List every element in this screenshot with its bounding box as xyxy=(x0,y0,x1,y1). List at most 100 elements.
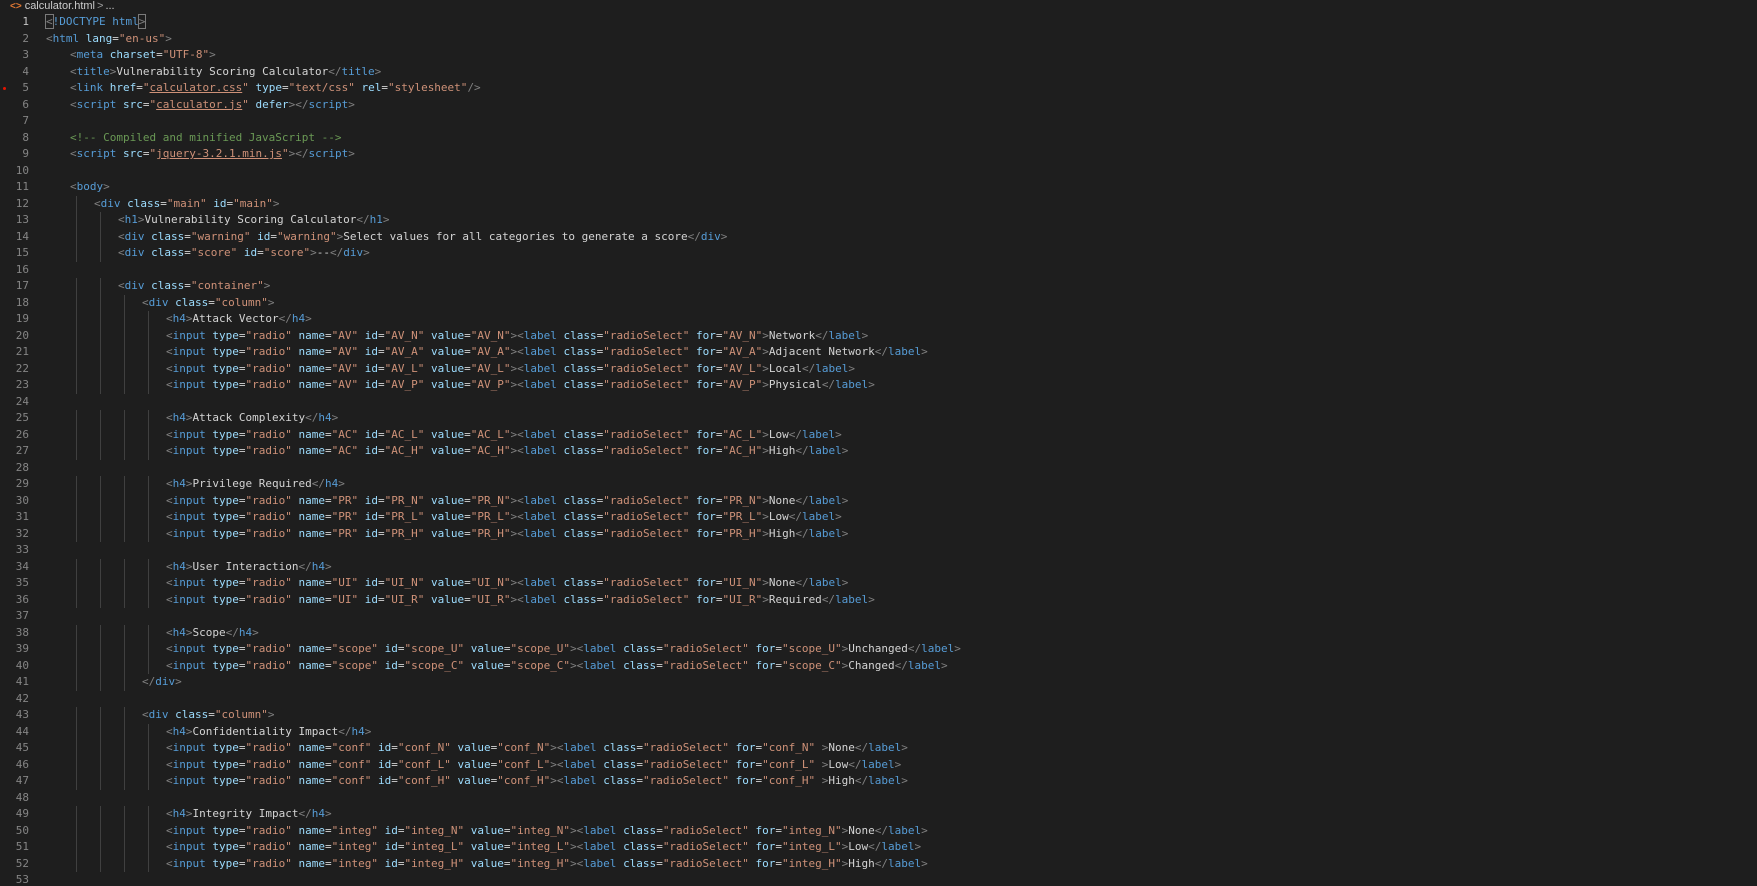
code-line[interactable]: 13 <h1>Vulnerability Scoring Calculator</… xyxy=(0,212,1757,229)
line-number[interactable]: 29 xyxy=(0,476,29,493)
line-number[interactable]: 48 xyxy=(0,790,29,807)
code-line[interactable]: 11 <body> xyxy=(0,179,1757,196)
code-line[interactable]: 17 <div class="container"> xyxy=(0,278,1757,295)
line-number[interactable]: 42 xyxy=(0,691,29,708)
line-number[interactable]: 37 xyxy=(0,608,29,625)
code-content[interactable]: <meta charset="UTF-8"> xyxy=(70,47,216,64)
code-line[interactable]: 26 <input type="radio" name="AC" id="AC_L… xyxy=(0,426,1757,444)
code-line[interactable]: 12 <div class="main" id="main"> xyxy=(0,195,1757,213)
code-line[interactable]: 24 xyxy=(0,394,1757,411)
line-number[interactable]: 24 xyxy=(0,394,29,411)
code-line[interactable]: 41 </div> xyxy=(0,674,1757,691)
line-number[interactable]: 21 xyxy=(0,344,29,361)
code-line[interactable]: 39 <input type="radio" name="scope" id="s… xyxy=(0,641,1757,658)
line-number[interactable]: 49 xyxy=(0,806,29,823)
code-content[interactable]: <input type="radio" name="conf" id="conf… xyxy=(166,757,901,774)
code-content[interactable]: <body> xyxy=(70,179,110,196)
code-content[interactable]: <h4>Integrity Impact</h4> xyxy=(166,806,332,823)
code-content[interactable]: <!DOCTYPE html> xyxy=(45,14,147,31)
line-number[interactable]: 53 xyxy=(0,872,29,886)
line-number[interactable]: 47 xyxy=(0,773,29,790)
code-content[interactable]: <input type="radio" name="integ" id="int… xyxy=(166,856,928,873)
code-content[interactable]: <input type="radio" name="UI" id="UI_N" … xyxy=(166,575,848,592)
line-number[interactable]: 1 xyxy=(0,14,29,31)
line-number[interactable]: 19 xyxy=(0,311,29,328)
line-number[interactable]: 27 xyxy=(0,443,29,460)
line-number[interactable]: 16 xyxy=(0,262,29,279)
line-number[interactable]: 22 xyxy=(0,361,29,378)
code-content[interactable]: <html lang="en-us"> xyxy=(46,31,172,48)
code-content[interactable]: <input type="radio" name="scope" id="sco… xyxy=(166,641,961,658)
code-line[interactable]: 37 xyxy=(0,608,1757,625)
code-content[interactable]: <input type="radio" name="integ" id="int… xyxy=(166,839,921,856)
line-number[interactable]: 8 xyxy=(0,130,29,147)
line-number[interactable]: 2 xyxy=(0,31,29,48)
code-content[interactable]: <input type="radio" name="UI" id="UI_R" … xyxy=(166,592,875,609)
code-line[interactable]: 1 <!DOCTYPE html> xyxy=(0,14,1757,31)
code-content[interactable]: <h4>Scope</h4> xyxy=(166,625,259,642)
code-line[interactable]: 21 <input type="radio" name="AV" id="AV_A… xyxy=(0,344,1757,361)
code-line[interactable]: 44 <h4>Confidentiality Impact</h4> xyxy=(0,723,1757,741)
line-number[interactable]: 40 xyxy=(0,658,29,675)
code-line[interactable]: 40 <input type="radio" name="scope" id="s… xyxy=(0,657,1757,675)
code-content[interactable]: <link href="calculator.css" type="text/c… xyxy=(70,80,481,97)
code-line[interactable]: 18 <div class="column"> xyxy=(0,294,1757,312)
code-line[interactable]: 47 <input type="radio" name="conf" id="co… xyxy=(0,773,1757,790)
code-content[interactable]: </div> xyxy=(142,674,182,691)
line-number[interactable]: 14 xyxy=(0,229,29,246)
code-line[interactable]: 20 <input type="radio" name="AV" id="AV_N… xyxy=(0,327,1757,345)
code-content[interactable]: <script src="calculator.js" defer></scri… xyxy=(70,97,355,114)
code-line[interactable]: 51 <input type="radio" name="integ" id="i… xyxy=(0,839,1757,856)
line-number[interactable]: 13 xyxy=(0,212,29,229)
code-line[interactable]: 45 <input type="radio" name="conf" id="co… xyxy=(0,740,1757,757)
code-line[interactable]: 28 xyxy=(0,460,1757,477)
code-line[interactable]: 4 <title>Vulnerability Scoring Calculator… xyxy=(0,64,1757,81)
code-line[interactable]: 6 <script src="calculator.js" defer></scr… xyxy=(0,97,1757,114)
breadcrumb-file[interactable]: calculator.html xyxy=(25,0,95,12)
code-line[interactable]: 42 xyxy=(0,691,1757,708)
code-line[interactable]: 34 <h4>User Interaction</h4> xyxy=(0,558,1757,575)
line-number[interactable]: 17 xyxy=(0,278,29,295)
code-content[interactable]: <div class="container"> xyxy=(118,278,270,295)
line-number[interactable]: 31 xyxy=(0,509,29,526)
code-line[interactable]: 16 xyxy=(0,262,1757,279)
code-line[interactable]: 29 <h4>Privilege Required</h4> xyxy=(0,476,1757,493)
line-number[interactable]: 26 xyxy=(0,427,29,444)
code-content[interactable]: <h4>Confidentiality Impact</h4> xyxy=(166,724,371,741)
code-content[interactable]: <div class="score" id="score">--</div> xyxy=(118,245,370,262)
code-line[interactable]: 25 <h4>Attack Complexity</h4> xyxy=(0,410,1757,427)
line-number[interactable]: 6 xyxy=(0,97,29,114)
code-content[interactable]: <input type="radio" name="AV" id="AV_N" … xyxy=(166,328,868,345)
code-line[interactable]: 27 <input type="radio" name="AC" id="AC_H… xyxy=(0,443,1757,460)
line-number[interactable]: 51 xyxy=(0,839,29,856)
code-line[interactable]: 33 xyxy=(0,542,1757,559)
line-number[interactable]: 32 xyxy=(0,526,29,543)
code-content[interactable]: <div class="column"> xyxy=(142,707,274,724)
line-number[interactable]: 38 xyxy=(0,625,29,642)
line-number[interactable]: 7 xyxy=(0,113,29,130)
code-line[interactable]: 32 <input type="radio" name="PR" id="PR_H… xyxy=(0,525,1757,543)
line-number[interactable]: 18 xyxy=(0,295,29,312)
line-number[interactable]: 33 xyxy=(0,542,29,559)
code-content[interactable]: <input type="radio" name="conf" id="conf… xyxy=(166,740,908,757)
line-number[interactable]: 39 xyxy=(0,641,29,658)
line-number[interactable]: 36 xyxy=(0,592,29,609)
code-content[interactable]: <input type="radio" name="AV" id="AV_L" … xyxy=(166,361,855,378)
line-number[interactable]: 12 xyxy=(0,196,29,213)
code-content[interactable]: <input type="radio" name="scope" id="sco… xyxy=(166,658,948,675)
code-content[interactable]: <input type="radio" name="AC" id="AC_H" … xyxy=(166,443,848,460)
code-line[interactable]: 50 <input type="radio" name="integ" id="i… xyxy=(0,822,1757,839)
code-line[interactable]: 48 xyxy=(0,790,1757,807)
code-line[interactable]: 43 <div class="column"> xyxy=(0,707,1757,724)
code-line[interactable]: 7 xyxy=(0,113,1757,130)
line-number[interactable]: 3 xyxy=(0,47,29,64)
code-line[interactable]: 31 <input type="radio" name="PR" id="PR_L… xyxy=(0,509,1757,526)
code-line[interactable]: 36 <input type="radio" name="UI" id="UI_R… xyxy=(0,591,1757,609)
code-line[interactable]: 8 <!-- Compiled and minified JavaScript -… xyxy=(0,130,1757,147)
breadcrumb-symbols[interactable]: ... xyxy=(105,0,114,12)
code-content[interactable]: <input type="radio" name="AV" id="AV_A" … xyxy=(166,344,928,361)
code-line[interactable]: 53 xyxy=(0,872,1757,886)
code-line[interactable]: 22 <input type="radio" name="AV" id="AV_L… xyxy=(0,360,1757,378)
code-line[interactable]: 19 <h4>Attack Vector</h4> xyxy=(0,311,1757,328)
code-editor[interactable]: 1 <!DOCTYPE html> 2 <html lang="en-us"> 3 <me… xyxy=(0,14,1757,886)
